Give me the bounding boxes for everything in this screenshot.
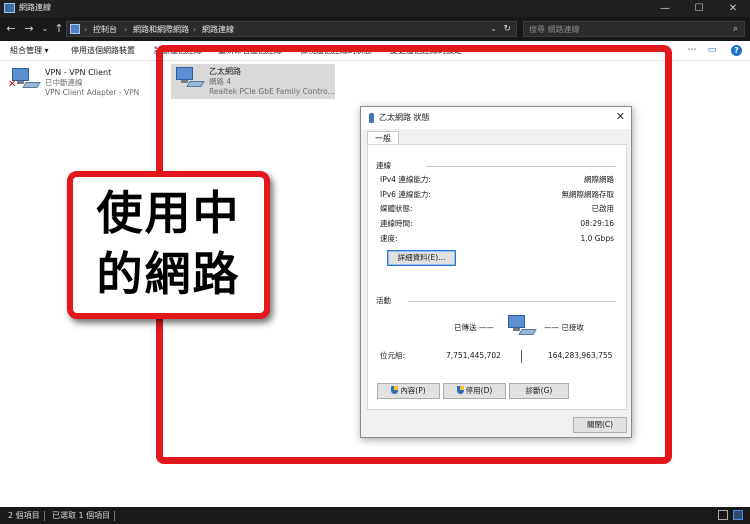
connection-status: 已中斷連線: [45, 78, 83, 87]
breadcrumb-control-panel[interactable]: 控制台: [93, 24, 117, 35]
back-arrow-icon[interactable]: ←: [4, 21, 18, 37]
address-bar: ← → ⌄ ↑ › 控制台 › 網路和網際網路 › 網路連線 ⌄ ↻ 搜尋 網路…: [0, 17, 750, 41]
status-bar: 2 個項目 已選取 1 個項目: [0, 507, 750, 524]
view-options-icon[interactable]: ⋯: [686, 44, 698, 56]
window-title: 網路連線: [19, 3, 51, 12]
address-field[interactable]: › 控制台 › 網路和網際網路 › 網路連線 ⌄ ↻: [66, 21, 517, 37]
help-icon[interactable]: ?: [731, 45, 742, 56]
search-placeholder: 搜尋 網路連線: [529, 25, 580, 34]
callout-line-2: 的網路: [96, 247, 241, 301]
large-icons-view-icon[interactable]: [733, 510, 743, 520]
close-window-button[interactable]: ✕: [716, 0, 750, 17]
maximize-button[interactable]: ☐: [682, 0, 716, 17]
item-count: 2 個項目: [8, 511, 40, 520]
error-x-icon: ✕: [8, 79, 17, 90]
disable-device-button[interactable]: 停用這個網路裝置: [71, 45, 135, 56]
status-separator: [44, 511, 45, 521]
status-separator: [114, 511, 115, 521]
up-arrow-icon[interactable]: ↑: [52, 21, 66, 37]
details-view-icon[interactable]: [718, 510, 728, 520]
selected-count: 已選取 1 個項目: [52, 511, 111, 520]
callout-line-1: 使用中: [96, 186, 241, 240]
forward-arrow-icon[interactable]: →: [22, 21, 36, 37]
title-bar: 網路連線 — ☐ ✕: [0, 0, 750, 17]
search-input[interactable]: 搜尋 網路連線 ⌕: [523, 21, 745, 37]
breadcrumb-network-connections[interactable]: 網路連線: [202, 24, 234, 35]
minimize-button[interactable]: —: [648, 0, 682, 17]
connection-adapter: VPN Client Adapter - VPN: [45, 88, 140, 97]
breadcrumb-separator-icon: ›: [124, 25, 128, 34]
refresh-icon[interactable]: ↻: [503, 23, 511, 35]
search-icon[interactable]: ⌕: [733, 23, 738, 35]
network-connections-icon: [4, 3, 15, 13]
callout-label: 使用中 的網路: [67, 171, 270, 319]
recent-locations-icon[interactable]: ⌄: [38, 21, 52, 37]
breadcrumb-network-internet[interactable]: 網路和網際網路: [133, 24, 189, 35]
organize-button[interactable]: 組合管理 ▾: [10, 45, 49, 56]
preview-pane-icon[interactable]: ▭: [706, 44, 718, 56]
breadcrumb-separator-icon: ›: [84, 25, 88, 34]
control-panel-icon: [70, 24, 80, 34]
connection-name: VPN - VPN Client: [45, 68, 112, 77]
breadcrumb-separator-icon: ›: [193, 25, 197, 34]
address-dropdown-icon[interactable]: ⌄: [490, 23, 497, 35]
network-disconnected-icon: ✕: [8, 68, 41, 90]
connection-item-vpn[interactable]: ✕ VPN - VPN Client 已中斷連線 VPN Client Adap…: [8, 68, 162, 102]
